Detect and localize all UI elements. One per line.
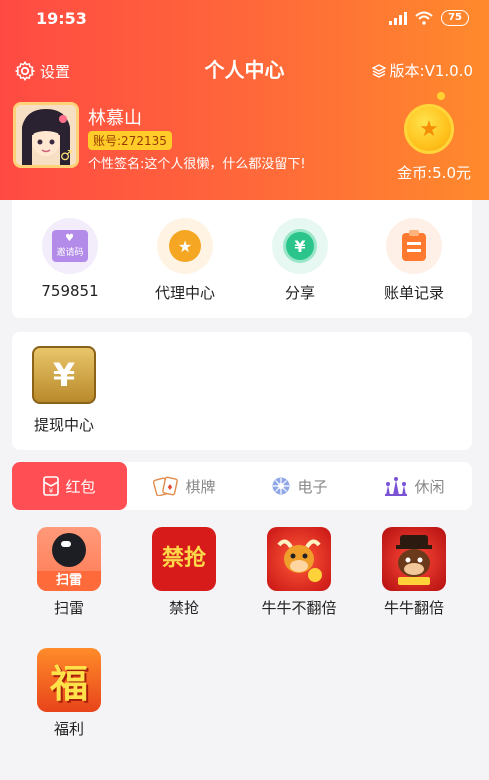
game-label: 扫雷 — [53, 599, 84, 617]
agent-medal-icon: ★ — [157, 218, 213, 274]
signature-text: 个性签名:这个人很懒，什么都没留下! — [88, 157, 306, 172]
no-grab-badge: 禁抢 — [161, 546, 206, 571]
signal-icon — [389, 11, 408, 25]
bull-double-game-icon — [382, 527, 446, 591]
invite-code-icon: ♥ 邀请码 — [42, 218, 98, 274]
tab-label: 电子 — [297, 477, 328, 496]
invite-code-icon-text: 邀请码 — [56, 248, 84, 258]
game-bull-double[interactable]: 牛牛翻倍 — [364, 527, 464, 618]
game-no-grab[interactable]: 禁抢 禁抢 — [134, 527, 234, 618]
male-icon: ♂ — [60, 148, 73, 164]
game-label: 牛牛不翻倍 — [261, 599, 337, 617]
username: 林慕山 — [88, 108, 142, 129]
welfare-game-icon: 福 — [37, 648, 101, 712]
withdraw-card: ¥ 提现中心 — [12, 332, 472, 450]
bull-no-double-game-icon — [267, 527, 331, 591]
sparkle-icon — [437, 92, 445, 100]
status-icons: 75 — [389, 10, 469, 26]
quick-action-bill-records[interactable]: 账单记录 — [364, 218, 464, 303]
tab-label: 休闲 — [414, 477, 445, 496]
game-bull-no-double[interactable]: 牛牛不翻倍 — [249, 527, 349, 618]
layers-icon — [371, 63, 386, 78]
tab-red-packet[interactable]: ¥ 红包 — [12, 462, 127, 510]
quick-action-label: 分享 — [284, 284, 315, 302]
battery-icon: 75 — [441, 10, 469, 26]
tab-electronic[interactable]: 电子 — [242, 462, 357, 510]
gold-balance: 金币:5.0元 — [397, 164, 471, 182]
status-bar: 19:53 75 — [0, 0, 489, 36]
no-grab-game-icon: 禁抢 — [152, 527, 216, 591]
quick-action-agent-center[interactable]: ★ 代理中心 — [135, 218, 235, 303]
wifi-icon — [415, 11, 433, 25]
star-icon: ★ — [419, 116, 439, 142]
game-label: 福利 — [53, 720, 84, 738]
bill-icon — [386, 218, 442, 274]
slot-wheel-icon — [272, 477, 290, 495]
game-minesweeper[interactable]: 扫雷 扫雷 — [19, 527, 119, 618]
share-yuan-icon: ¥ — [272, 218, 328, 274]
quick-action-label: 759851 — [41, 282, 99, 300]
account-badge: 账号:272135 — [88, 131, 172, 150]
game-category-tabs: ¥ 红包 ♦ 棋牌 电子 休闲 — [12, 462, 472, 510]
top-nav: 设置 个人中心 版本:V1.0.0 — [0, 56, 489, 88]
game-welfare[interactable]: 福 福利 — [19, 648, 119, 739]
chess-icon — [385, 477, 408, 496]
profile-header: 19:53 75 设置 个人中心 版本:V1.0.0 ♂ 林慕山 账号:2721… — [0, 0, 489, 200]
tab-cards[interactable]: ♦ 棋牌 — [127, 462, 242, 510]
quick-action-invite-code[interactable]: ♥ 邀请码 759851 — [20, 218, 120, 300]
version-info: 版本:V1.0.0 — [371, 60, 473, 81]
withdraw-center-button[interactable]: ¥ 提现中心 — [24, 346, 104, 435]
welfare-badge: 福 — [49, 661, 88, 706]
tab-label: 棋牌 — [185, 477, 216, 496]
tab-label: 红包 — [65, 477, 96, 496]
cards-icon: ♦ — [153, 476, 179, 496]
red-packet-icon: ¥ — [43, 476, 60, 496]
quick-action-share[interactable]: ¥ 分享 — [250, 218, 350, 303]
tab-casual[interactable]: 休闲 — [357, 462, 472, 510]
yuan-wallet-icon: ¥ — [32, 346, 96, 404]
game-label: 禁抢 — [168, 599, 199, 617]
minesweeper-badge: 扫雷 — [37, 571, 101, 591]
game-label: 牛牛翻倍 — [383, 599, 444, 617]
gold-coin-icon[interactable]: ★ — [404, 104, 454, 154]
quick-actions-card: ♥ 邀请码 759851 ★ 代理中心 ¥ 分享 账单记录 — [12, 200, 472, 318]
version-label: 版本:V1.0.0 — [389, 62, 473, 80]
quick-action-label: 代理中心 — [154, 284, 215, 302]
status-time: 19:53 — [36, 9, 87, 28]
withdraw-label: 提现中心 — [33, 416, 94, 434]
svg-text:¥: ¥ — [49, 487, 54, 495]
quick-action-label: 账单记录 — [383, 284, 444, 302]
svg-text:♦: ♦ — [167, 483, 174, 492]
minesweeper-game-icon: 扫雷 — [37, 527, 101, 591]
